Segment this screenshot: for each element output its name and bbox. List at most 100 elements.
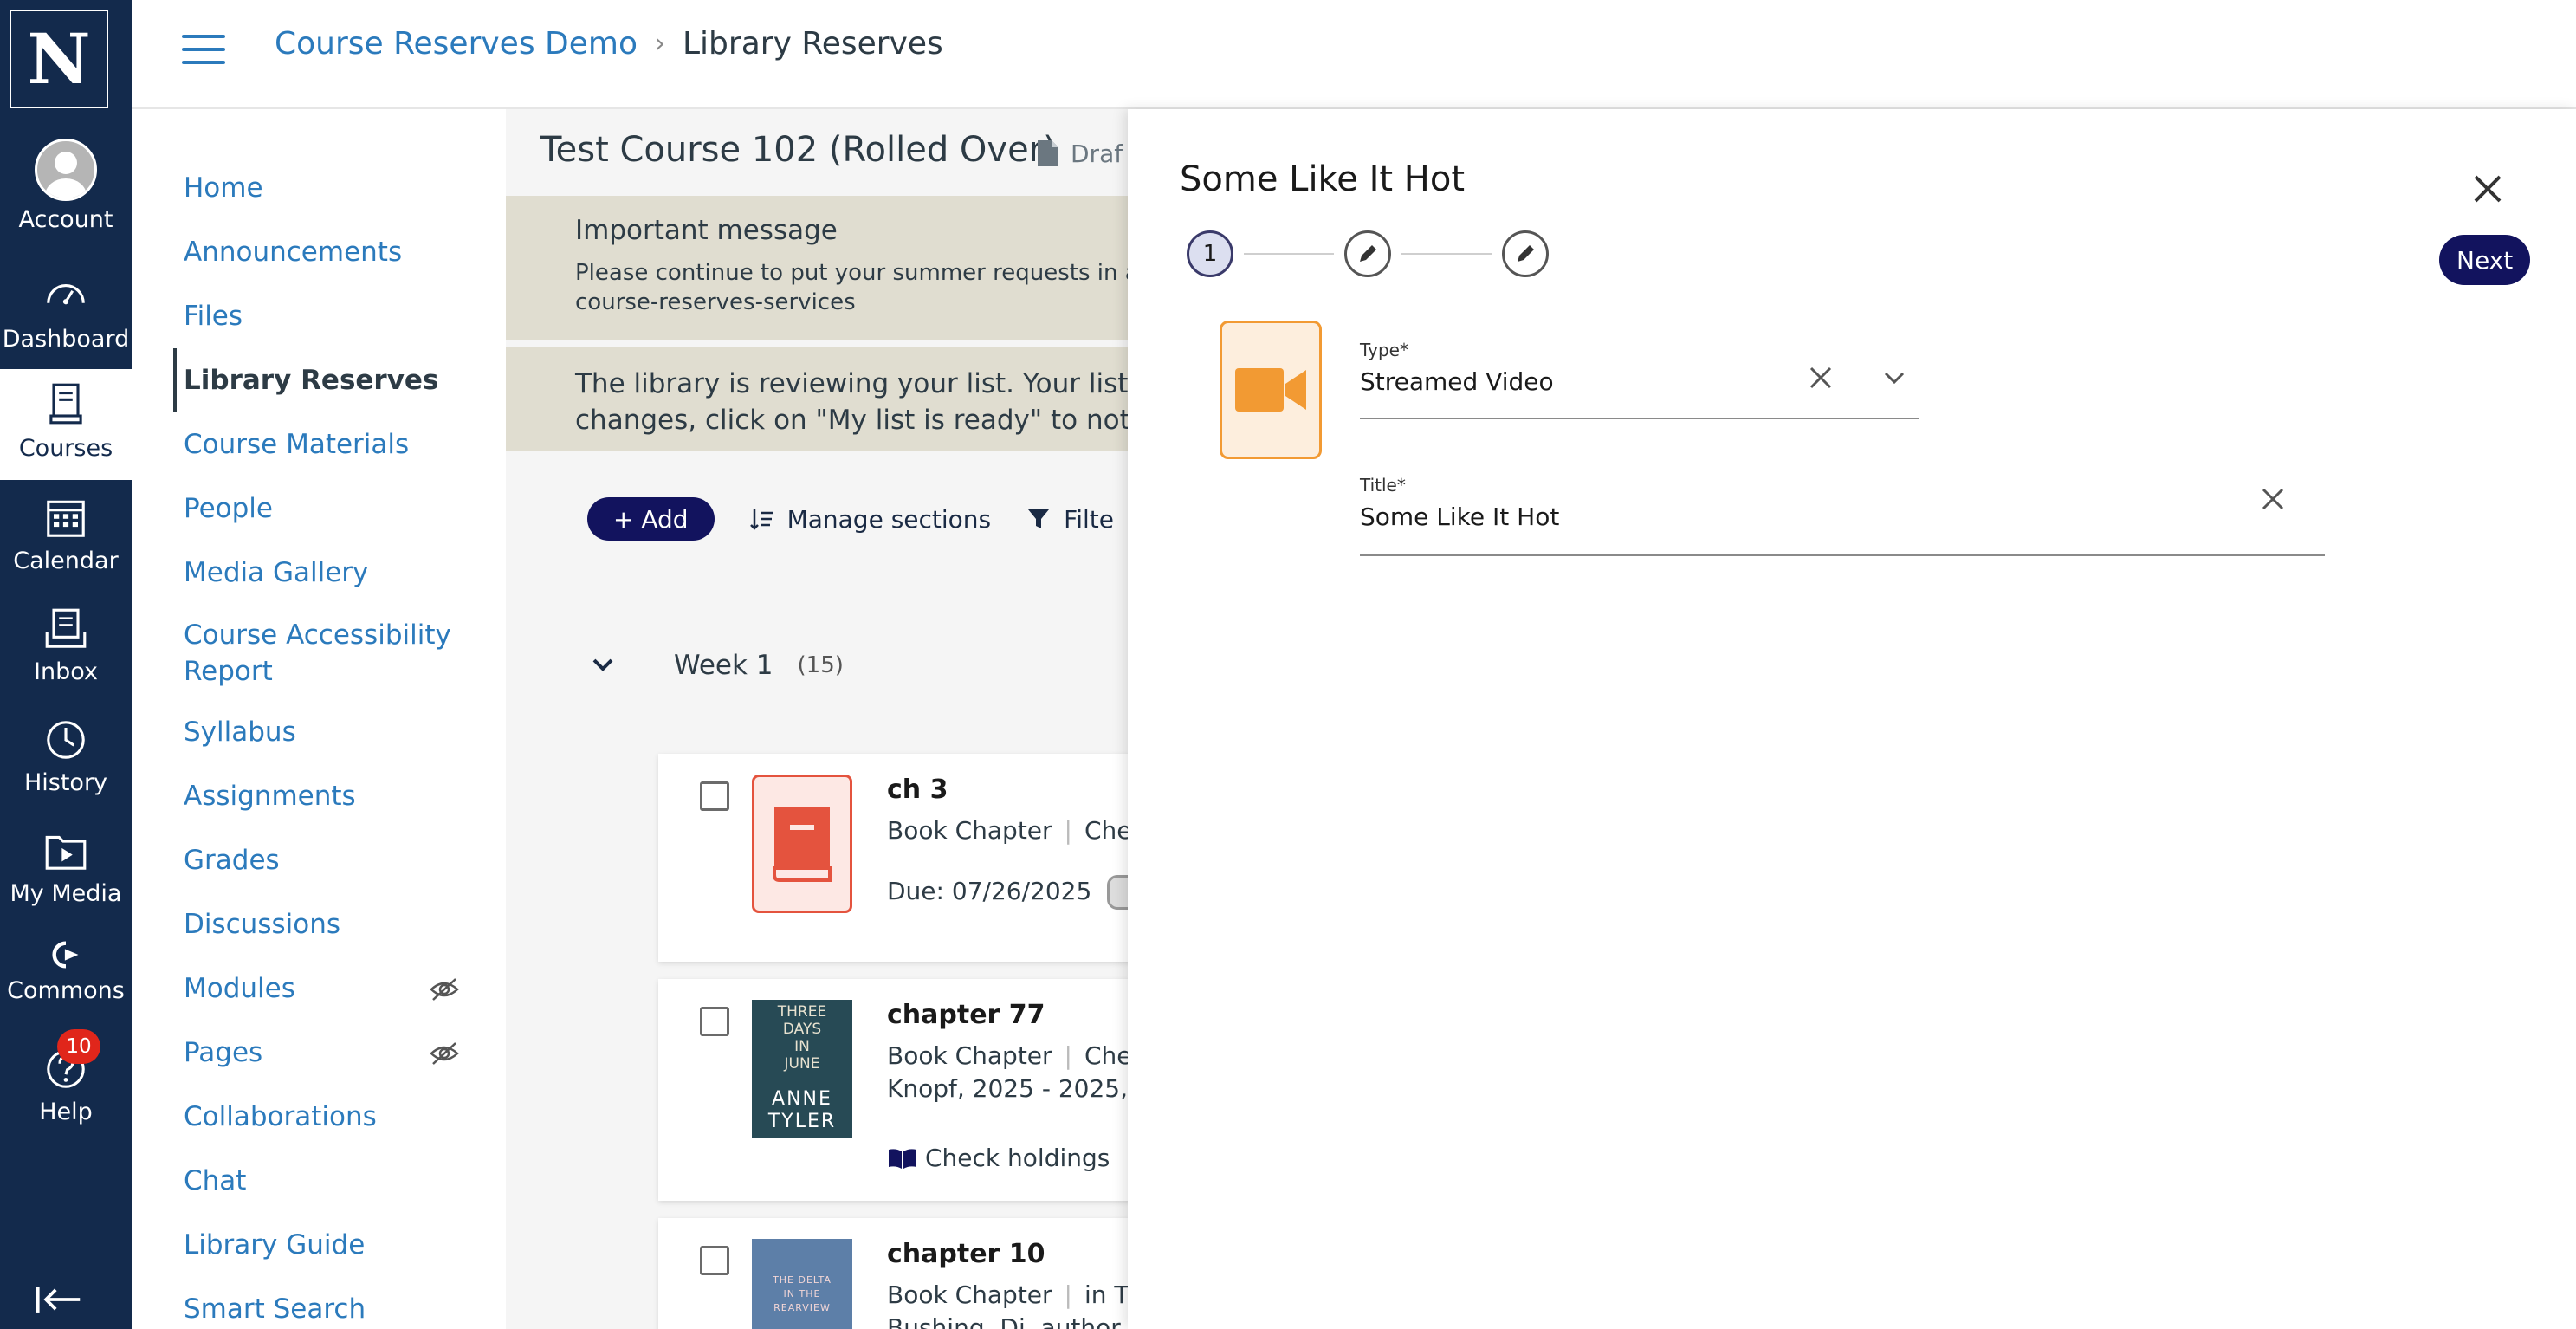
banner-text: The library is reviewing your list. Your…	[575, 368, 1129, 399]
step-3[interactable]	[1502, 230, 1549, 277]
course-nav-pages[interactable]: Pages	[173, 1021, 485, 1085]
course-nav-accessibility-report[interactable]: Course Accessibility Report	[173, 605, 485, 700]
course-nav-syllabus[interactable]: Syllabus	[173, 700, 485, 764]
close-icon[interactable]	[2472, 173, 2503, 204]
clear-icon[interactable]	[1809, 366, 1833, 390]
course-nav-media-gallery[interactable]: Media Gallery	[173, 541, 485, 605]
cover-text: REARVIEW	[773, 1302, 831, 1313]
hamburger-icon-bar	[182, 61, 225, 64]
commons-icon	[52, 941, 79, 969]
next-button[interactable]: Next	[2439, 235, 2531, 285]
due-date: 07/26/2025	[951, 877, 1092, 905]
item-checkbox[interactable]	[700, 1007, 729, 1036]
global-nav-my-media[interactable]: My Media	[0, 818, 132, 929]
course-nav-label: Modules	[184, 973, 295, 1004]
item-title[interactable]: chapter 10	[887, 1239, 1045, 1269]
university-logo[interactable]: N	[10, 10, 108, 108]
course-nav-announcements[interactable]: Announcements	[173, 220, 485, 284]
course-nav-home[interactable]: Home	[173, 156, 485, 220]
my-media-icon	[45, 835, 87, 870]
important-message-banner: Important message Please continue to put…	[506, 196, 1129, 340]
book-chapter-thumbnail	[752, 775, 852, 913]
book-cover: THE DELTA IN THE REARVIEW	[752, 1239, 852, 1329]
global-nav-calendar[interactable]: Calendar	[0, 485, 132, 596]
pencil-icon	[1518, 245, 1534, 262]
list-item[interactable]: THE DELTA IN THE REARVIEW chapter 10 Boo…	[658, 1218, 1178, 1329]
global-nav-label: My Media	[10, 880, 122, 907]
book-icon	[773, 807, 832, 882]
clear-icon[interactable]	[2261, 487, 2285, 511]
hidden-eye-icon	[430, 978, 459, 1001]
list-item[interactable]: ch 3 Book Chapter | Cher Due: 07/26/2025	[658, 754, 1178, 962]
filter-icon	[1028, 509, 1050, 528]
item-title[interactable]: ch 3	[887, 775, 948, 805]
hamburger-icon-bar	[182, 48, 225, 51]
document-icon	[1038, 140, 1058, 166]
cover-text: JUNE	[784, 1055, 820, 1073]
week-label: Week 1	[674, 650, 773, 681]
global-nav-commons[interactable]: Commons	[0, 929, 132, 1040]
cover-text: THE DELTA	[773, 1274, 832, 1286]
cover-text: TYLER	[767, 1111, 837, 1132]
global-nav-label: Help	[39, 1099, 93, 1125]
step-2[interactable]	[1344, 230, 1391, 277]
course-nav-people[interactable]: People	[173, 476, 485, 541]
reserves-toolbar: + Add Manage sections Filte	[587, 497, 1114, 541]
item-title[interactable]: chapter 77	[887, 1000, 1045, 1030]
tray-title: Some Like It Hot	[1180, 159, 1466, 199]
title-field[interactable]: Title* Some Like It Hot	[1360, 475, 2325, 556]
step-1[interactable]: 1	[1187, 230, 1233, 277]
add-button[interactable]: + Add	[587, 497, 715, 541]
cover-text: IN THE	[783, 1288, 821, 1300]
title-field-label: Title*	[1360, 475, 1406, 496]
check-holdings-link[interactable]: Check holdings	[887, 1144, 1110, 1172]
global-nav: N Account Dashboard Courses Calendar Inb…	[0, 0, 132, 1329]
course-nav-files[interactable]: Files	[173, 284, 485, 348]
media-type-thumbnail	[1220, 321, 1322, 459]
manage-sections-button[interactable]: Manage sections	[749, 505, 991, 534]
global-nav-account[interactable]: Account	[0, 130, 132, 241]
item-checkbox[interactable]	[700, 1246, 729, 1275]
collapse-nav-button[interactable]	[35, 1282, 83, 1320]
banner-text: course-reserves-services	[575, 289, 856, 315]
course-nav-assignments[interactable]: Assignments	[173, 764, 485, 828]
filter-label: Filte	[1064, 504, 1114, 534]
filter-button[interactable]: Filte	[1026, 505, 1114, 534]
cover-text: ANNE	[772, 1088, 832, 1110]
breadcrumb-course-link[interactable]: Course Reserves Demo	[275, 26, 638, 62]
course-nav-collaborations[interactable]: Collaborations	[173, 1085, 485, 1149]
chevron-down-icon	[592, 658, 613, 671]
week-section-header[interactable]: Week 1 (15)	[592, 650, 844, 681]
course-nav-discussions[interactable]: Discussions	[173, 892, 485, 956]
divider: |	[1064, 816, 1072, 845]
global-nav-label: Account	[18, 206, 113, 233]
course-nav-library-guide[interactable]: Library Guide	[173, 1213, 485, 1277]
week-count: (15)	[797, 652, 844, 678]
course-menu-toggle[interactable]	[182, 35, 225, 64]
item-type: Book Chapter	[887, 1280, 1052, 1309]
global-nav-history[interactable]: History	[0, 707, 132, 818]
open-book-icon	[889, 1148, 916, 1169]
global-nav-inbox[interactable]: Inbox	[0, 596, 132, 707]
divider: |	[1064, 1280, 1072, 1309]
item-checkbox[interactable]	[700, 781, 729, 811]
help-notification-badge: 10	[57, 1029, 100, 1064]
account-icon	[35, 139, 97, 201]
course-nav-modules[interactable]: Modules	[173, 956, 485, 1021]
list-item[interactable]: THREE DAYS IN JUNE ANNE TYLER chapter 77…	[658, 979, 1178, 1201]
course-nav-course-materials[interactable]: Course Materials	[173, 412, 485, 476]
item-type: Book Chapter	[887, 1041, 1052, 1070]
chevron-down-icon[interactable]	[1883, 371, 1906, 386]
course-nav-smart-search[interactable]: Smart Search	[173, 1277, 485, 1329]
course-nav-library-reserves[interactable]: Library Reserves	[173, 348, 485, 412]
course-nav-grades[interactable]: Grades	[173, 828, 485, 892]
global-nav-dashboard[interactable]: Dashboard	[0, 263, 132, 374]
course-nav-chat[interactable]: Chat	[173, 1149, 485, 1213]
history-icon	[47, 721, 85, 759]
item-meta: Book Chapter | in Th	[887, 1280, 1144, 1309]
type-field-label: Type*	[1360, 340, 1408, 360]
course-nav: Home Announcements Files Library Reserve…	[173, 156, 485, 1329]
type-select[interactable]: Type* Streamed Video	[1360, 340, 1919, 419]
type-field-value: Streamed Video	[1360, 367, 1554, 396]
global-nav-courses[interactable]: Courses	[0, 369, 132, 480]
